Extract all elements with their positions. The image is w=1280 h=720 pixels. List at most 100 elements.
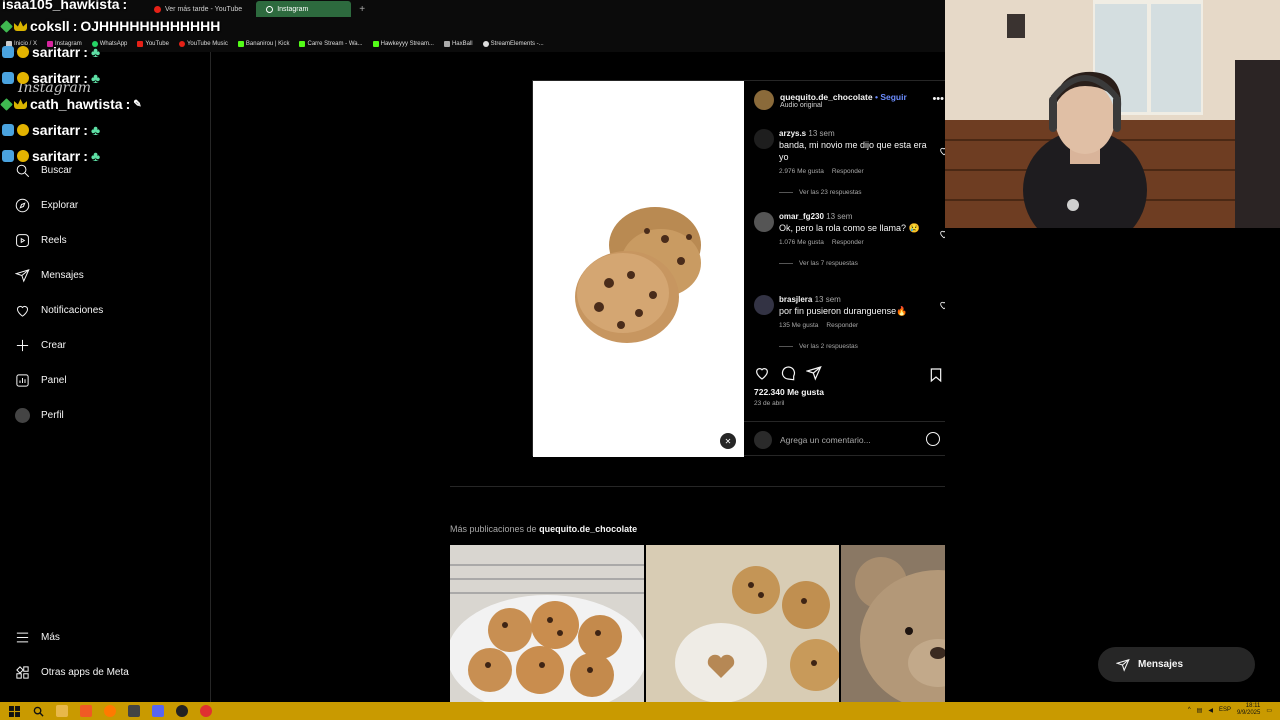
more-options-icon[interactable]: ••• [932,93,944,105]
bookmark-icon[interactable] [928,367,944,388]
reply-button[interactable]: Responder [832,168,864,175]
chat-colon: : [83,148,88,164]
bookmark-hawkeyyy[interactable]: Hawkeyyy Stream... [372,41,434,47]
comment-likes[interactable]: 1.076 Me gusta [779,239,824,246]
replies-line [779,192,793,193]
obs-icon[interactable] [176,705,188,717]
crown-badge-icon [14,21,27,31]
media-icon[interactable] [200,705,212,717]
app-icon[interactable] [128,705,140,717]
reply-button[interactable]: Responder [826,322,858,329]
sidebar-item-label: Crear [41,339,67,351]
reels-icon [14,232,31,249]
post-video[interactable]: ✕ [533,81,744,457]
follow-button[interactable]: Seguir [880,92,906,102]
comment-likes[interactable]: 135 Me gusta [779,322,818,329]
grid-icon [14,664,31,681]
sidebar-item-label: Más [41,631,60,643]
chat-text: OJHHHHHHHHHHHH [80,18,221,34]
volume-icon[interactable]: ◀ [1208,707,1213,714]
windows-start-icon[interactable] [8,705,20,717]
sidebar-item-label: Explorar [41,199,79,211]
sub-badge-icon [2,150,14,162]
reply-button[interactable]: Responder [832,239,864,246]
compass-icon [14,197,31,214]
notifications-icon[interactable]: ▭ [1266,707,1272,714]
gift-badge-icon [17,72,29,84]
discord-icon[interactable] [152,705,164,717]
chat-colon: : [125,96,131,112]
comment-time: 13 sem [814,295,841,304]
avatar[interactable] [754,129,774,149]
chart-icon [14,372,31,389]
comment-likes[interactable]: 2.976 Me gusta [779,168,824,175]
post-details: quequito.de_chocolate • Seguir Audio ori… [744,81,954,457]
brave-browser-icon[interactable] [80,705,92,717]
sidebar-item-explorar[interactable]: Explorar [14,194,78,216]
clock-time: 18:11 [1245,703,1261,709]
chat-colon: : [83,70,88,86]
comment-username[interactable]: brasjlera [779,295,812,304]
comment-username[interactable]: arzys.s [779,129,806,138]
sidebar-item-label: Panel [41,374,67,386]
chat-message: isaa105_hawkista: [2,0,127,12]
kick-icon [372,41,379,47]
stream-chat-overlay: isaa105_hawkista: coksll: OJHHHHHHHHHHHH… [0,0,262,176]
audio-label[interactable]: Audio original [780,102,907,109]
windows-taskbar: ^ ▤ ◀ ESP 18:11 9/9/2025 ▭ [0,702,1280,720]
view-replies[interactable]: Ver las 7 respuestas [779,260,929,267]
post-thumbnail-cookies-plate[interactable] [450,545,644,702]
post-date: 23 de abril [754,400,785,407]
sidebar-item-mensajes[interactable]: Mensajes [14,264,84,286]
like-heart-icon[interactable] [754,365,770,386]
browser-icon[interactable] [104,705,116,717]
sidebar-item-mas[interactable]: Más [14,626,60,648]
search-icon[interactable] [32,705,44,717]
sidebar-item-meta-apps[interactable]: Otras apps de Meta [14,661,129,683]
sidebar-item-label: Otras apps de Meta [41,666,129,678]
send-icon [14,267,31,284]
likes-count[interactable]: 722.340 Me gusta [754,387,824,397]
gift-badge-icon [17,124,29,136]
separator: • [874,91,878,102]
avatar[interactable] [754,295,774,315]
sidebar-item-notificaciones[interactable]: Notificaciones [14,299,103,321]
bookmark-streamelements[interactable]: StreamElements -... [482,41,544,47]
messages-button[interactable]: Mensajes [1098,647,1255,682]
replies-line [779,263,793,264]
mute-icon[interactable]: ✕ [720,433,736,449]
language-indicator[interactable]: ESP [1219,707,1231,713]
sidebar-item-perfil[interactable]: Perfil [14,404,64,426]
author-avatar[interactable] [754,90,774,110]
emoji-icon[interactable] [926,432,940,446]
more-posts-author[interactable]: quequito.de_chocolate [539,524,637,534]
view-replies[interactable]: Ver las 23 respuestas [779,189,929,196]
share-send-icon[interactable] [805,365,822,386]
kick-icon [299,41,306,47]
author-name[interactable]: quequito.de_chocolate [780,92,873,102]
post-thumbnail-cookies-newspaper[interactable] [645,545,840,702]
webcam-feed [945,0,1280,228]
sidebar-item-crear[interactable]: Crear [14,334,66,356]
network-icon[interactable]: ▤ [1197,707,1203,714]
comment-meta: 135 Me gusta Responder [779,322,929,329]
sidebar-item-panel[interactable]: Panel [14,369,67,391]
bookmark-haxball[interactable]: HaxBall [443,41,473,47]
comment-text: Ok, pero la rola como se llama? 😢 [779,223,920,233]
comment-icon[interactable] [780,365,796,386]
comment-username[interactable]: omar_fg230 [779,212,824,221]
comment-time: 13 sem [808,129,835,138]
comment-input[interactable] [780,434,920,445]
file-explorer-icon[interactable] [56,705,68,717]
bookmark-carre[interactable]: Carre Stream - Wa... [299,41,363,47]
view-replies[interactable]: Ver las 2 respuestas [779,343,929,350]
tab-instagram[interactable]: Instagram [256,1,352,17]
sidebar-item-reels[interactable]: Reels [14,229,67,251]
avatar[interactable] [754,212,774,232]
send-icon [1116,658,1130,672]
add-comment-bar [744,421,954,457]
new-tab-button[interactable]: + [355,4,369,15]
clock[interactable]: 18:11 9/9/2025 [1237,703,1260,717]
chevron-up-icon[interactable]: ^ [1188,707,1191,713]
emote-icon: ✎ [133,98,142,110]
